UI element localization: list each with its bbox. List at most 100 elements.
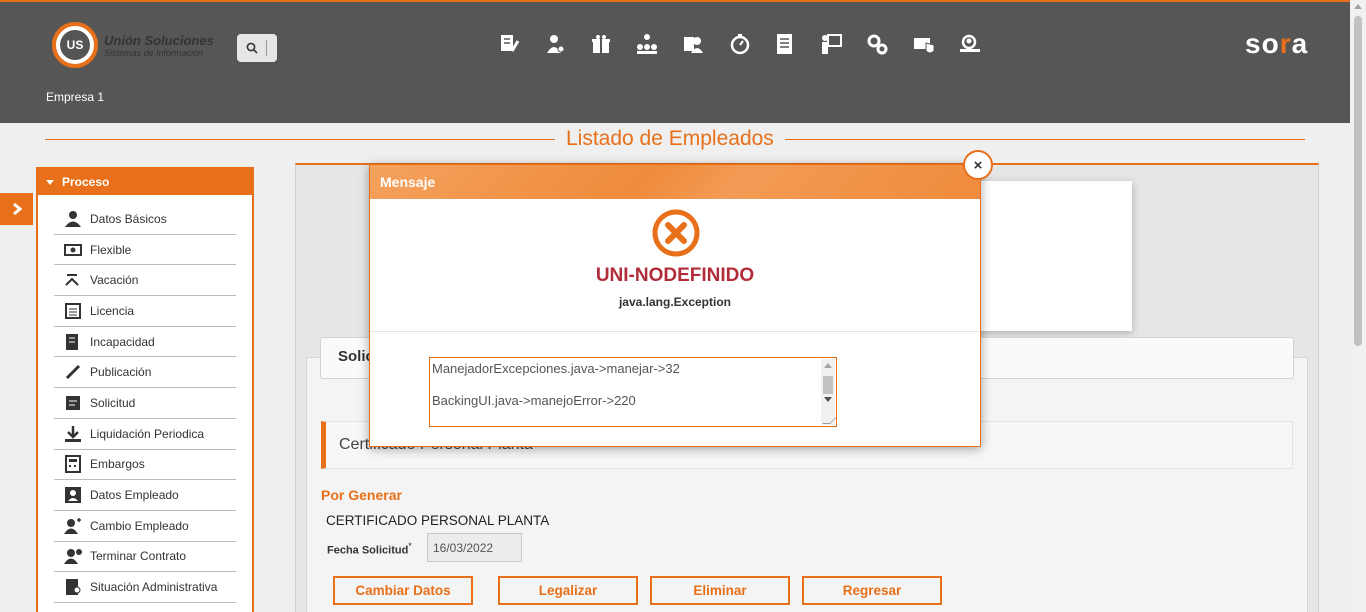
user-search-icon xyxy=(960,34,980,52)
sidebar-item-label: Incapacidad xyxy=(90,334,155,349)
company-name[interactable]: Empresa 1 xyxy=(46,90,104,104)
background-card xyxy=(960,181,1132,331)
user-change-icon xyxy=(64,517,82,535)
sidebar-item-datos-basicos[interactable]: Datos Básicos xyxy=(54,204,236,235)
search-button[interactable] xyxy=(237,34,277,62)
logo-title: Unión Soluciones xyxy=(104,32,214,48)
scrollbar-thumb[interactable] xyxy=(1354,16,1362,346)
doc-user-icon xyxy=(64,578,82,596)
dialog-divider xyxy=(370,331,980,332)
close-dialog-button[interactable]: × xyxy=(963,150,993,180)
required-marker: * xyxy=(408,541,412,551)
nav-user-search-button[interactable] xyxy=(947,30,993,60)
section-title: Por Generar xyxy=(321,487,402,503)
sidebar-item-embargos[interactable]: Embargos xyxy=(54,450,236,481)
gift-icon xyxy=(592,35,610,53)
sidebar-item-label: Datos Empleado xyxy=(90,488,179,503)
nav-shield-check-button[interactable] xyxy=(901,30,947,60)
page-scrollbar[interactable] xyxy=(1350,0,1366,612)
pencil-icon xyxy=(64,363,82,381)
sidebar-item-label: Liquidación Periodica xyxy=(90,426,205,441)
sidebar-item-label: Licencia xyxy=(90,303,135,318)
sidebar-item-label: Cambio Empleado xyxy=(90,518,189,533)
error-icon xyxy=(652,209,700,257)
presentation-icon xyxy=(822,34,842,54)
beach-chair-icon xyxy=(64,271,82,289)
money-icon xyxy=(64,241,82,259)
nav-stopwatch-button[interactable] xyxy=(717,30,763,60)
sidebar-item-cambio-empleado[interactable]: Cambio Empleado xyxy=(54,511,236,542)
legalizar-button[interactable]: Legalizar xyxy=(498,576,638,605)
nav-gift-button[interactable] xyxy=(579,30,625,60)
sidebar-item-label: Terminar Contrato xyxy=(90,549,187,564)
shield-check-icon xyxy=(914,38,935,54)
nav-gears-button[interactable] xyxy=(855,30,901,60)
brand-text: sora xyxy=(1245,28,1309,59)
id-card-icon xyxy=(64,486,82,504)
scrollbar-thumb[interactable] xyxy=(823,376,833,394)
app-header: US Unión Soluciones Sistemas de Informac… xyxy=(0,0,1350,123)
gears-icon xyxy=(867,34,888,55)
error-code: UNI-NODEFINIDO xyxy=(595,265,755,286)
dialog-title-bar[interactable]: Mensaje xyxy=(370,165,980,199)
calculator-icon xyxy=(64,455,82,474)
user-badge-icon xyxy=(684,37,703,53)
scroll-down-arrow[interactable] xyxy=(824,397,832,402)
sidebar-item-label: Publicación xyxy=(90,365,152,380)
scroll-up-arrow[interactable] xyxy=(1354,4,1362,9)
calendar-list-icon xyxy=(64,302,82,320)
document-list-icon xyxy=(777,34,792,54)
module-nav xyxy=(487,30,993,60)
stack-trace-textarea[interactable]: ManejadorExcepciones.java->manejar->32 B… xyxy=(429,357,837,427)
cambiar-datos-button[interactable]: Cambiar Datos xyxy=(333,576,473,605)
sidebar-menu: Datos Básicos Flexible Vacación Licencia Inc… xyxy=(38,195,252,603)
sidebar-item-situacion-administrativa[interactable]: Situación Administrativa xyxy=(54,572,236,603)
nav-document-list-button[interactable] xyxy=(763,30,809,60)
sidebar-header-label: Proceso xyxy=(62,175,110,189)
brand-logo: sora xyxy=(1245,28,1308,60)
nav-document-edit-button[interactable] xyxy=(487,30,533,60)
logo-initials: US xyxy=(60,30,90,60)
sidebar-item-publicacion[interactable]: Publicación xyxy=(54,357,236,389)
search-icon xyxy=(246,42,258,54)
process-sidebar: Proceso Datos Básicos Flexible Vacación Lic… xyxy=(36,167,254,612)
company-logo[interactable]: US Unión Soluciones Sistemas de Informac… xyxy=(52,22,222,68)
doc-icon xyxy=(64,394,82,412)
nav-presentation-button[interactable] xyxy=(809,30,855,60)
certificate-title: CERTIFICADO PERSONAL PLANTA xyxy=(326,513,550,528)
org-chart-icon xyxy=(637,34,657,54)
stack-trace-line: BackingUI.java->manejoError->220 xyxy=(432,393,636,408)
sidebar-item-label: Embargos xyxy=(90,457,145,472)
scroll-up-arrow[interactable] xyxy=(824,363,832,368)
sidebar-item-liquidacion-periodica[interactable]: Liquidación Periodica xyxy=(54,419,236,450)
sidebar-item-vacacion[interactable]: Vacación xyxy=(54,265,236,297)
nav-user-money-button[interactable] xyxy=(533,30,579,60)
sidebar-item-label: Vacación xyxy=(90,273,139,288)
download-icon xyxy=(64,425,82,443)
nav-org-chart-button[interactable] xyxy=(625,30,671,60)
close-icon: × xyxy=(973,156,983,174)
sidebar-item-terminar-contrato[interactable]: Terminar Contrato xyxy=(54,542,236,573)
sidebar-item-licencia[interactable]: Licencia xyxy=(54,296,236,327)
sidebar-toggle-button[interactable] xyxy=(0,193,33,225)
user-remove-icon xyxy=(64,547,82,565)
fecha-solicitud-field[interactable]: 16/03/2022 xyxy=(427,533,522,562)
user-icon xyxy=(64,210,82,228)
sidebar-header[interactable]: Proceso xyxy=(38,169,252,195)
fecha-solicitud-label: Fecha Solicitud* xyxy=(327,541,412,557)
sidebar-item-flexible[interactable]: Flexible xyxy=(54,235,236,266)
user-money-icon xyxy=(547,35,565,53)
regresar-button[interactable]: Regresar xyxy=(802,576,942,605)
sidebar-item-label: Datos Básicos xyxy=(90,211,167,226)
sidebar-item-solicitud[interactable]: Solicitud xyxy=(54,388,236,419)
eliminar-button[interactable]: Eliminar xyxy=(650,576,790,605)
stack-trace-line: ManejadorExcepciones.java->manejar->32 xyxy=(432,361,680,376)
nav-user-badge-button[interactable] xyxy=(671,30,717,60)
medical-doc-icon xyxy=(64,333,82,351)
sidebar-item-incapacidad[interactable]: Incapacidad xyxy=(54,327,236,358)
logo-subtitle: Sistemas de Información xyxy=(104,47,204,58)
stopwatch-icon xyxy=(730,34,750,55)
sidebar-item-label: Solicitud xyxy=(90,395,136,410)
sidebar-item-datos-empleado[interactable]: Datos Empleado xyxy=(54,480,236,511)
page-title: Listado de Empleados xyxy=(555,127,785,151)
